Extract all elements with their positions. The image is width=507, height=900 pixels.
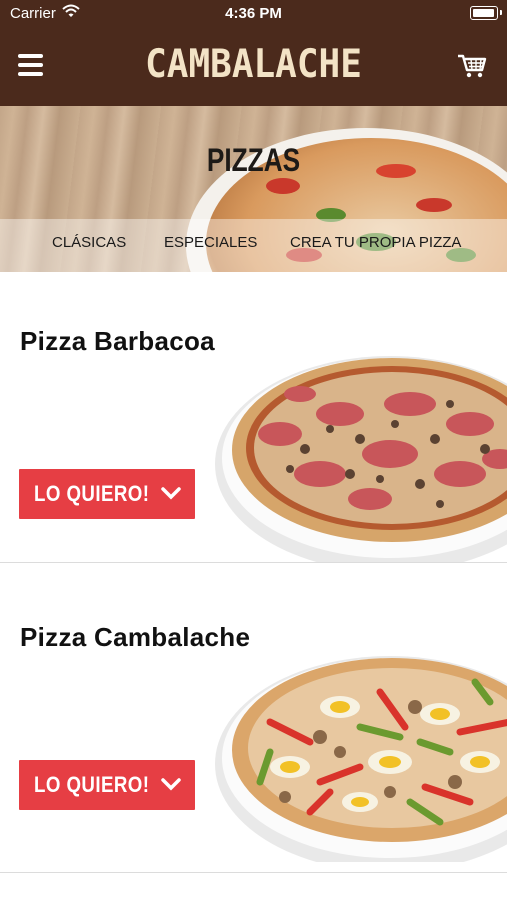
lo-quiero-button[interactable]: LO QUIERO!	[19, 469, 195, 519]
category-tabs: CLÁSICAS ESPECIALES CREA TU PROPIA PIZZA	[0, 219, 507, 272]
status-bar: Carrier 4:36 PM	[0, 0, 507, 26]
product-name: Pizza Barbacoa	[20, 326, 215, 356]
tab-crea-tu-propia-pizza[interactable]: CREA TU PROPIA PIZZA	[290, 234, 461, 251]
shopping-cart-icon[interactable]	[457, 50, 487, 80]
battery-icon	[470, 6, 502, 20]
product-card-cambalache: Pizza Cambalache LO QUIERO!	[0, 582, 507, 873]
navigation-bar: CAMBALACHE	[0, 26, 507, 106]
chevron-down-icon	[161, 778, 181, 791]
product-name: Pizza Cambalache	[20, 622, 251, 652]
category-title: PIZZAS	[206, 142, 301, 178]
button-label: LO QUIERO!	[34, 481, 150, 506]
button-label: LO QUIERO!	[34, 772, 150, 797]
product-card-barbacoa: Pizza Barbacoa LO QUIERO!	[0, 272, 507, 563]
category-hero-banner: PIZZAS CLÁSICAS ESPECIALES CREA TU PROPI…	[0, 106, 507, 272]
brand-logo: CAMBALACHE	[145, 41, 362, 88]
tab-especiales[interactable]: ESPECIALES	[164, 234, 257, 251]
chevron-down-icon	[161, 487, 181, 500]
lo-quiero-button[interactable]: LO QUIERO!	[19, 760, 195, 810]
pizza-cambalache-image	[215, 656, 507, 862]
pizza-barbacoa-image	[215, 356, 507, 562]
clock-time: 4:36 PM	[225, 5, 282, 22]
tab-clasicas[interactable]: CLÁSICAS	[52, 234, 126, 251]
